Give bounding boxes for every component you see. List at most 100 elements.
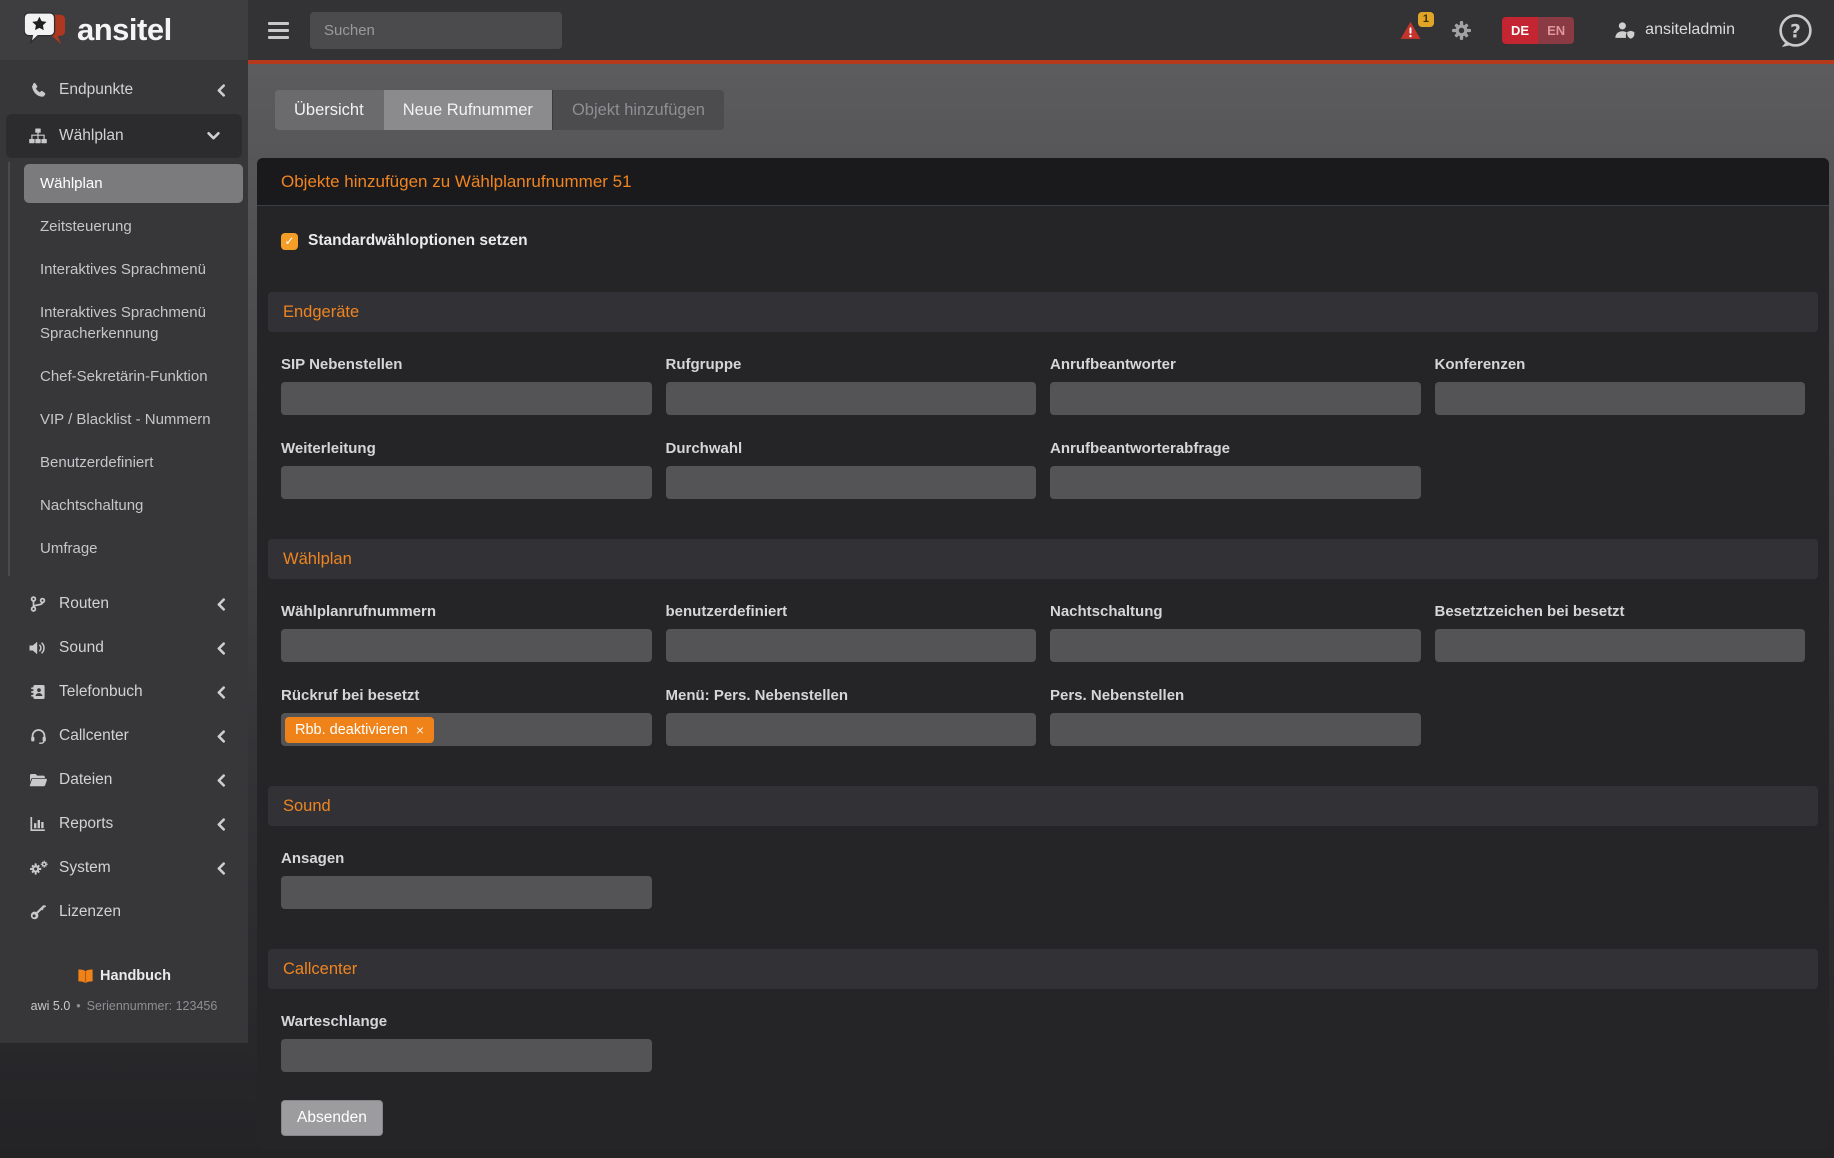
input-benutzerdefiniert[interactable] bbox=[666, 629, 1037, 662]
search-input[interactable] bbox=[310, 12, 562, 49]
sidebar-item-wählplan[interactable]: Wählplan bbox=[6, 114, 242, 158]
sidebar-item-lizenzen[interactable]: Lizenzen bbox=[0, 890, 248, 934]
sidebar-subitem-interaktives-sprachmenü[interactable]: Interaktives Sprachmenü bbox=[10, 248, 248, 291]
sidebar-subitem-umfrage[interactable]: Umfrage bbox=[10, 527, 248, 570]
field-konferenzen: Konferenzen bbox=[1435, 356, 1806, 415]
field-label: Rückruf bei besetzt bbox=[281, 687, 652, 704]
default-dial-options-checkbox-row[interactable]: ✓ Standardwähloptionen setzen bbox=[281, 232, 1805, 250]
input-pers-nebenstellen[interactable] bbox=[1050, 713, 1421, 746]
sidebar-item-label: Lizenzen bbox=[59, 903, 121, 921]
input-konferenzen[interactable] bbox=[1435, 382, 1806, 415]
alerts-button[interactable]: 1 bbox=[1400, 21, 1421, 40]
folder-open-icon bbox=[28, 773, 48, 787]
input-besetztzeichen-bei-besetzt[interactable] bbox=[1435, 629, 1806, 662]
help-circle-icon[interactable]: ? bbox=[1777, 12, 1814, 49]
checkbox-label: Standardwähloptionen setzen bbox=[308, 232, 528, 250]
version-info: awi 5.0•Seriennummer: 123456 bbox=[0, 999, 248, 1013]
tab-neue-rufnummer[interactable]: Neue Rufnummer bbox=[383, 90, 552, 130]
accent-divider bbox=[248, 60, 1834, 64]
tab-objekt-hinzufügen: Objekt hinzufügen bbox=[552, 90, 724, 130]
input-wählplanrufnummern[interactable] bbox=[281, 629, 652, 662]
chat-bubbles-icon bbox=[24, 11, 70, 49]
input-rufgruppe[interactable] bbox=[666, 382, 1037, 415]
field-label: Menü: Pers. Nebenstellen bbox=[666, 687, 1037, 704]
sidebar-item-routen[interactable]: Routen bbox=[0, 582, 248, 626]
field-label: Wählplanrufnummern bbox=[281, 603, 652, 620]
field-grid-callcenter: Warteschlange bbox=[281, 1013, 1805, 1072]
sidebar-subitem-nachtschaltung[interactable]: Nachtschaltung bbox=[10, 484, 248, 527]
sidebar-subitem-wählplan[interactable]: Wählplan bbox=[24, 164, 243, 203]
sidebar-item-callcenter[interactable]: Callcenter bbox=[0, 714, 248, 758]
sidebar-item-telefonbuch[interactable]: Telefonbuch bbox=[0, 670, 248, 714]
lang-en-button[interactable]: EN bbox=[1538, 17, 1574, 44]
app-logo[interactable]: ansitel bbox=[0, 0, 248, 60]
language-switch: DE EN bbox=[1502, 17, 1574, 44]
input-ansagen[interactable] bbox=[281, 876, 652, 909]
section-header-callcenter: Callcenter bbox=[268, 949, 1818, 989]
address-book-icon bbox=[28, 684, 48, 700]
field-label: Pers. Nebenstellen bbox=[1050, 687, 1421, 704]
form-panel: Objekte hinzufügen zu Wählplanrufnummer … bbox=[257, 158, 1829, 1150]
gear-icon[interactable] bbox=[1451, 20, 1472, 41]
input-anrufbeantworterabfrage[interactable] bbox=[1050, 466, 1421, 499]
app-version: awi 5.0 bbox=[31, 999, 71, 1013]
field-grid-sound: Ansagen bbox=[281, 850, 1805, 909]
input-nachtschaltung[interactable] bbox=[1050, 629, 1421, 662]
main-content: ÜbersichtNeue RufnummerObjekt hinzufügen… bbox=[248, 64, 1834, 1158]
tab-übersicht[interactable]: Übersicht bbox=[275, 90, 383, 130]
sidebar-item-system[interactable]: System bbox=[0, 846, 248, 890]
chevron-left-icon bbox=[216, 774, 226, 787]
sidebar-subitem-vip-blacklist-nummern[interactable]: VIP / Blacklist - Nummern bbox=[10, 398, 248, 441]
chevron-left-icon bbox=[216, 730, 226, 743]
sidebar-subitem-interaktives-sprachmenü-spracherkennung[interactable]: Interaktives Sprachmenü Spracherkennung bbox=[10, 291, 248, 355]
input-anrufbeantworter[interactable] bbox=[1050, 382, 1421, 415]
panel-body: ✓ Standardwähloptionen setzen EndgeräteS… bbox=[257, 206, 1829, 1150]
section-header-wählplan: Wählplan bbox=[268, 539, 1818, 579]
field-label: benutzerdefiniert bbox=[666, 603, 1037, 620]
field-label: Rufgruppe bbox=[666, 356, 1037, 373]
field-weiterleitung: Weiterleitung bbox=[281, 440, 652, 499]
field-label: Anrufbeantworter bbox=[1050, 356, 1421, 373]
field-besetztzeichen-bei-besetzt: Besetztzeichen bei besetzt bbox=[1435, 603, 1806, 662]
field-label: Konferenzen bbox=[1435, 356, 1806, 373]
input-weiterleitung[interactable] bbox=[281, 466, 652, 499]
user-menu[interactable]: ansiteladmin bbox=[1614, 21, 1735, 39]
multiselect-rückruf-bei-besetzt[interactable]: Rbb. deaktivieren × bbox=[281, 713, 652, 746]
sidebar-item-dateien[interactable]: Dateien bbox=[0, 758, 248, 802]
sidebar-footer: Handbuch awi 5.0•Seriennummer: 123456 bbox=[0, 968, 248, 1013]
sidebar-subitem-chef-sekretärin-funktion[interactable]: Chef-Sekretärin-Funktion bbox=[10, 355, 248, 398]
field-benutzerdefiniert: benutzerdefiniert bbox=[666, 603, 1037, 662]
book-icon bbox=[77, 969, 94, 984]
input-warteschlange[interactable] bbox=[281, 1039, 652, 1072]
hamburger-icon[interactable] bbox=[268, 22, 294, 39]
chevron-left-icon bbox=[216, 686, 226, 699]
lang-de-button[interactable]: DE bbox=[1502, 17, 1538, 44]
sidebar-item-endpunkte[interactable]: Endpunkte bbox=[0, 68, 248, 112]
field-menü-pers-nebenstellen: Menü: Pers. Nebenstellen bbox=[666, 687, 1037, 746]
gears-icon bbox=[28, 860, 48, 876]
input-sip-nebenstellen[interactable] bbox=[281, 382, 652, 415]
input-menü-pers-nebenstellen[interactable] bbox=[666, 713, 1037, 746]
sidebar-item-reports[interactable]: Reports bbox=[0, 802, 248, 846]
input-durchwahl[interactable] bbox=[666, 466, 1037, 499]
chip-remove-icon[interactable]: × bbox=[416, 722, 424, 738]
logo-text: ansitel bbox=[77, 12, 172, 48]
handbuch-link[interactable]: Handbuch bbox=[0, 968, 248, 984]
submit-button[interactable]: Absenden bbox=[281, 1100, 383, 1136]
sidebar: EndpunkteWählplanWählplanZeitsteuerungIn… bbox=[0, 60, 248, 1043]
sidebar-subitem-zeitsteuerung[interactable]: Zeitsteuerung bbox=[10, 205, 248, 248]
field-nachtschaltung: Nachtschaltung bbox=[1050, 603, 1421, 662]
field-warteschlange: Warteschlange bbox=[281, 1013, 652, 1072]
sidebar-item-sound[interactable]: Sound bbox=[0, 626, 248, 670]
chip-label: Rbb. deaktivieren bbox=[295, 722, 408, 738]
phone-icon bbox=[28, 82, 48, 99]
checkbox-checked-icon[interactable]: ✓ bbox=[281, 233, 298, 250]
field-durchwahl: Durchwahl bbox=[666, 440, 1037, 499]
handbuch-label: Handbuch bbox=[100, 968, 171, 984]
headset-icon bbox=[28, 728, 48, 744]
field-anrufbeantworter: Anrufbeantworter bbox=[1050, 356, 1421, 415]
section-header-sound: Sound bbox=[268, 786, 1818, 826]
sidebar-subitem-benutzerdefiniert[interactable]: Benutzerdefiniert bbox=[10, 441, 248, 484]
field-label: Besetztzeichen bei besetzt bbox=[1435, 603, 1806, 620]
chevron-left-icon bbox=[216, 642, 226, 655]
